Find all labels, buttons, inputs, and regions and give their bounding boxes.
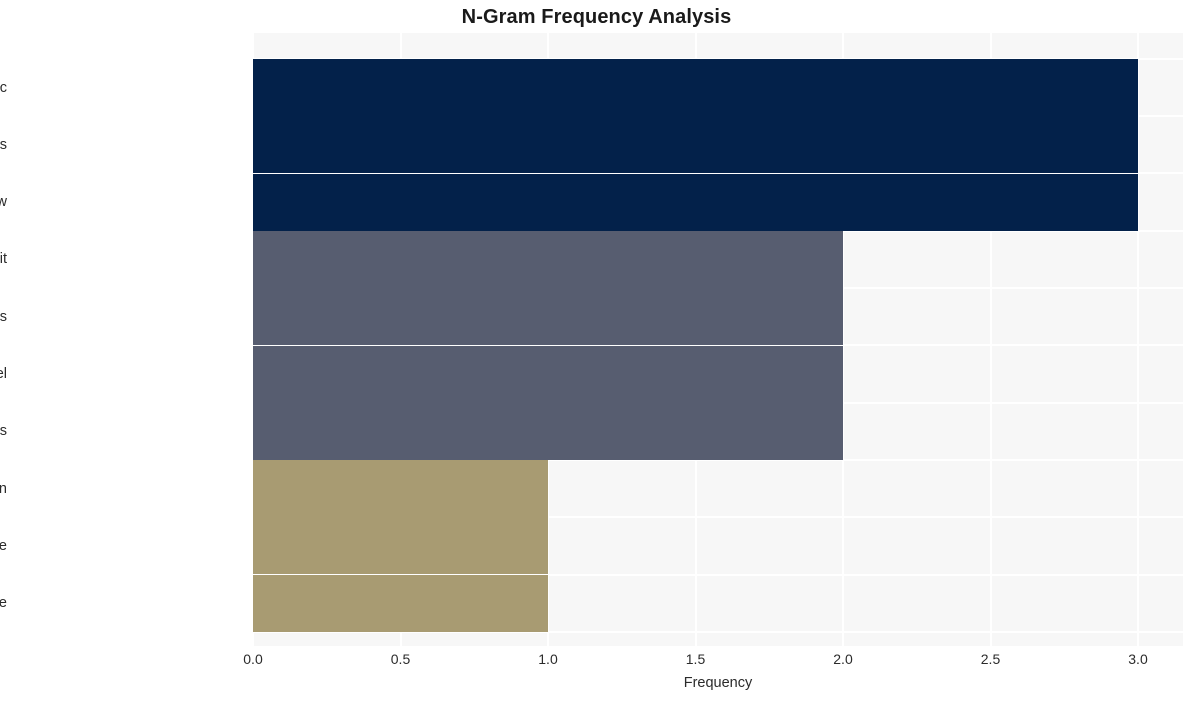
- y-axis-tick-label: hash world open: [0, 480, 7, 497]
- y-axis-tick-label: linux admins infosec: [0, 79, 7, 96]
- bar: [253, 288, 843, 346]
- x-axis-tick-label: 0.5: [390, 651, 411, 667]
- x-axis-tick-label: 2.0: [833, 651, 853, 667]
- y-axis-tick-label: open source software: [0, 595, 7, 612]
- x-axis-tick-label: 1.0: [538, 651, 558, 667]
- x-axis-tick-label: 1.5: [685, 651, 706, 667]
- x-axis-tick-label: 2.5: [980, 651, 1001, 667]
- y-axis-tick-label: infosec professionals sysadmins: [0, 423, 7, 440]
- bar: [253, 230, 843, 288]
- bar: [253, 59, 1138, 116]
- y-axis-tick-label: world open source: [0, 537, 7, 554]
- bar: [253, 116, 1138, 174]
- x-axis-tick-label: 3.0: [1128, 651, 1148, 667]
- chart-figure: N-Gram Frequency Analysis linux admins i…: [0, 0, 1193, 701]
- bar: [253, 345, 843, 403]
- y-axis-tick-label: admins infosec professionals: [0, 136, 7, 153]
- bar: [253, 173, 1138, 231]
- chart-title: N-Gram Frequency Analysis: [461, 6, 732, 28]
- x-axis-label: Frequency: [683, 675, 753, 691]
- bar: [253, 574, 548, 632]
- bar: [253, 460, 548, 518]
- y-axis-tick-label: proof concept exploit: [0, 251, 7, 268]
- bar: [253, 517, 548, 575]
- y-axis-tick-label: linux kernel flaw: [0, 194, 7, 211]
- y-axis-tick-label: bug linux kernel: [0, 366, 7, 382]
- y-axis-tick-label: long term consequences: [0, 308, 7, 325]
- plot-area: [253, 33, 1183, 646]
- x-axis-tick-label: 0.0: [243, 651, 263, 667]
- bar: [253, 402, 843, 460]
